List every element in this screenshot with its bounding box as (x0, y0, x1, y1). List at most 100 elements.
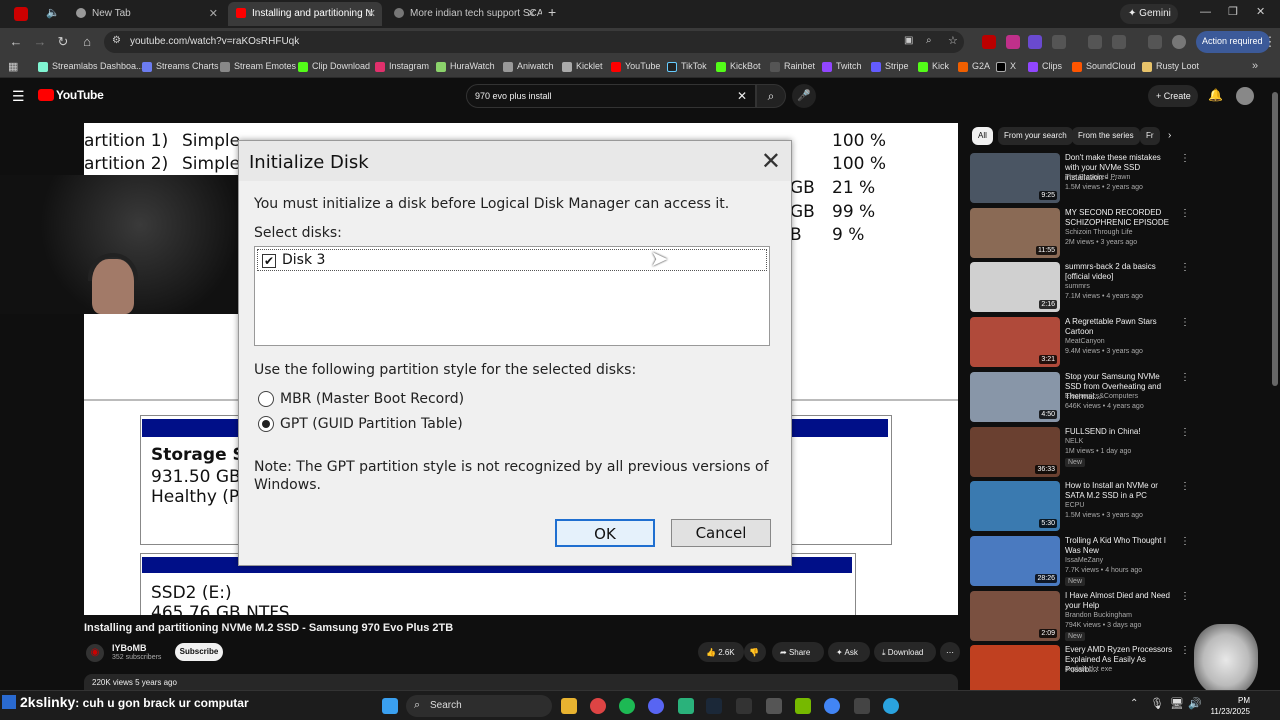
search-input[interactable]: 970 evo plus install ✕ (466, 84, 756, 108)
window-close-icon[interactable]: ✕ (1256, 5, 1265, 18)
action-required-button[interactable]: Action required (1196, 31, 1270, 53)
bookmark-item[interactable]: Kick (918, 61, 949, 72)
channel-name[interactable]: IYBoMB (112, 643, 147, 653)
tab-new-tab[interactable]: New Tab ✕ (68, 2, 224, 26)
cancel-button[interactable]: Cancel (671, 519, 771, 547)
close-icon[interactable]: ✕ (367, 7, 376, 20)
network-icon[interactable]: 🖥 (1170, 697, 1184, 710)
subscribe-button[interactable]: Subscribe (175, 643, 223, 661)
mute-icon[interactable]: 🔈 (46, 6, 60, 19)
more-options-icon[interactable]: ⋮ (1180, 208, 1190, 219)
bookmark-item[interactable]: Clip Download (298, 61, 370, 72)
bookmark-item[interactable]: Rainbet (770, 61, 815, 72)
bookmark-item[interactable]: KickBot (716, 61, 761, 72)
ok-button[interactable]: OK (555, 519, 655, 547)
related-video-channel[interactable]: Brandon Buckingham (1065, 612, 1132, 619)
bookmark-item[interactable]: SoundCloud (1072, 61, 1136, 72)
extensions-puzzle-icon[interactable] (1052, 35, 1066, 49)
gemini-button[interactable]: ✦ Gemini (1120, 4, 1178, 24)
more-options-icon[interactable]: ⋮ (1180, 427, 1190, 438)
more-menu-icon[interactable]: ⋮ (1262, 34, 1278, 50)
bookmark-star-icon[interactable]: ☆ (948, 34, 958, 47)
related-video-channel[interactable]: Electronics&Computers (1065, 393, 1138, 400)
bookmark-item[interactable]: Stripe (871, 61, 909, 72)
video-thumbnail[interactable]: 11:55 (970, 207, 1060, 258)
steam-icon[interactable] (706, 698, 722, 714)
more-options-icon[interactable]: ⋮ (1180, 536, 1190, 547)
address-bar[interactable]: ⚙ youtube.com/watch?v=raKOsRHFUqk ▣ ⌕ ☆ (104, 31, 964, 53)
reload-icon[interactable]: ↻ (55, 34, 71, 50)
forward-icon[interactable]: → (32, 34, 48, 50)
profile-avatar-icon[interactable] (1172, 35, 1186, 49)
video-thumbnail[interactable]: 4:50 (970, 371, 1060, 422)
mic-tray-icon[interactable]: 🎙 (1150, 697, 1164, 710)
extension-red-icon[interactable] (982, 35, 996, 49)
bookmark-item[interactable]: Instagram (375, 61, 429, 72)
related-video-item[interactable]: 28:26 Trolling A Kid Who Thought I Was Ne… (970, 535, 1190, 588)
video-thumbnail[interactable]: 2:09 (970, 590, 1060, 641)
related-video-channel[interactable]: explain dot exe (1065, 666, 1112, 673)
extension-gray-icon[interactable] (1088, 35, 1102, 49)
video-thumbnail[interactable]: 9:25 (970, 153, 1060, 203)
discord-icon[interactable] (648, 698, 664, 714)
bookmark-item[interactable]: Rusty Loot (1142, 61, 1199, 72)
video-thumbnail[interactable] (970, 645, 1060, 696)
disk-checkbox[interactable]: ✔ (262, 254, 276, 268)
related-video-title[interactable]: A Regrettable Pawn Stars Cartoon (1065, 317, 1175, 337)
tab-search-icon[interactable] (1112, 35, 1126, 49)
related-video-item[interactable]: 36:33 FULLSEND in China! NELK 1M views • 1 … (970, 426, 1190, 479)
tab-youtube-video[interactable]: Installing and partitioning N ✕ (228, 2, 382, 26)
spotify-icon[interactable] (619, 698, 635, 714)
more-options-icon[interactable]: ⋮ (1180, 591, 1190, 602)
related-video-channel[interactable]: ECPU (1065, 502, 1084, 509)
video-thumbnail[interactable]: 3:21 (970, 317, 1060, 368)
more-bookmarks-icon[interactable]: » (1252, 60, 1258, 72)
bookmark-item[interactable]: Kicklet (562, 61, 603, 72)
bookmark-item[interactable]: Aniwatch (503, 61, 554, 72)
zoom-icon[interactable]: ⌕ (926, 35, 932, 46)
disk-listbox[interactable]: ✔ Disk 3 (254, 246, 770, 346)
site-info-icon[interactable]: ⚙ (112, 35, 121, 46)
app-green-icon[interactable] (678, 698, 694, 714)
chip-more[interactable]: Fr (1140, 127, 1160, 145)
mbr-radio[interactable] (258, 391, 274, 407)
extension-purple-icon[interactable] (1028, 35, 1042, 49)
related-video-item[interactable]: 9:25 Don't make these mistakes with your … (970, 153, 1190, 205)
related-video-item[interactable]: 11:55 MY SECOND RECORDED SCHIZOPHRENIC EP… (970, 207, 1190, 260)
hamburger-menu-icon[interactable]: ☰ (12, 88, 25, 105)
bookmark-item[interactable]: Stream Emotes (220, 61, 296, 72)
video-thumbnail[interactable]: 5:30 (970, 481, 1060, 532)
voice-search-button[interactable]: 🎤 (792, 84, 816, 108)
download-button[interactable]: ⤓ Download (874, 642, 936, 662)
related-video-item[interactable]: 3:21 A Regrettable Pawn Stars Cartoon Meat… (970, 317, 1190, 369)
gpt-radio[interactable] (258, 416, 274, 432)
bookmark-item[interactable]: Clips (1028, 61, 1062, 72)
disk-list-item[interactable]: ✔ Disk 3 (257, 249, 767, 271)
video-thumbnail[interactable]: 28:26 (970, 535, 1060, 586)
more-actions-button[interactable]: ⋯ (940, 642, 960, 662)
nvidia-icon[interactable] (795, 698, 811, 714)
restore-icon[interactable]: ❐ (1228, 5, 1238, 18)
video-thumbnail[interactable]: 36:33 (970, 426, 1060, 477)
telegram-icon[interactable] (883, 698, 899, 714)
chip-from-search[interactable]: From your search (998, 127, 1073, 145)
bookmark-item[interactable]: X (996, 61, 1016, 72)
system-clock[interactable]: PM 11/23/2025 (1204, 695, 1250, 717)
more-options-icon[interactable]: ⋮ (1180, 372, 1190, 383)
close-icon[interactable]: ✕ (527, 7, 536, 20)
more-options-icon[interactable]: ⋮ (1180, 153, 1190, 164)
related-video-title[interactable]: Trolling A Kid Who Thought I Was New (1065, 536, 1175, 556)
gpt-label[interactable]: GPT (GUID Partition Table) (280, 416, 463, 432)
reading-list-icon[interactable] (1148, 35, 1162, 49)
notifications-bell-icon[interactable]: 🔔 (1208, 88, 1223, 102)
related-video-title[interactable]: FULLSEND in China! (1065, 427, 1175, 437)
related-video-channel[interactable]: NELK (1065, 438, 1083, 445)
epic-games-icon[interactable] (736, 698, 752, 714)
chip-from-series[interactable]: From the series (1072, 127, 1140, 145)
description-box[interactable]: 220K views 5 years ago (84, 674, 958, 690)
related-video-title[interactable]: I Have Almost Died and Need your Help (1065, 591, 1175, 611)
related-video-channel[interactable]: summrs (1065, 283, 1090, 290)
dislike-button[interactable]: 👎 (744, 642, 766, 662)
minimize-icon[interactable]: — (1200, 6, 1211, 18)
back-icon[interactable]: ← (8, 34, 24, 50)
